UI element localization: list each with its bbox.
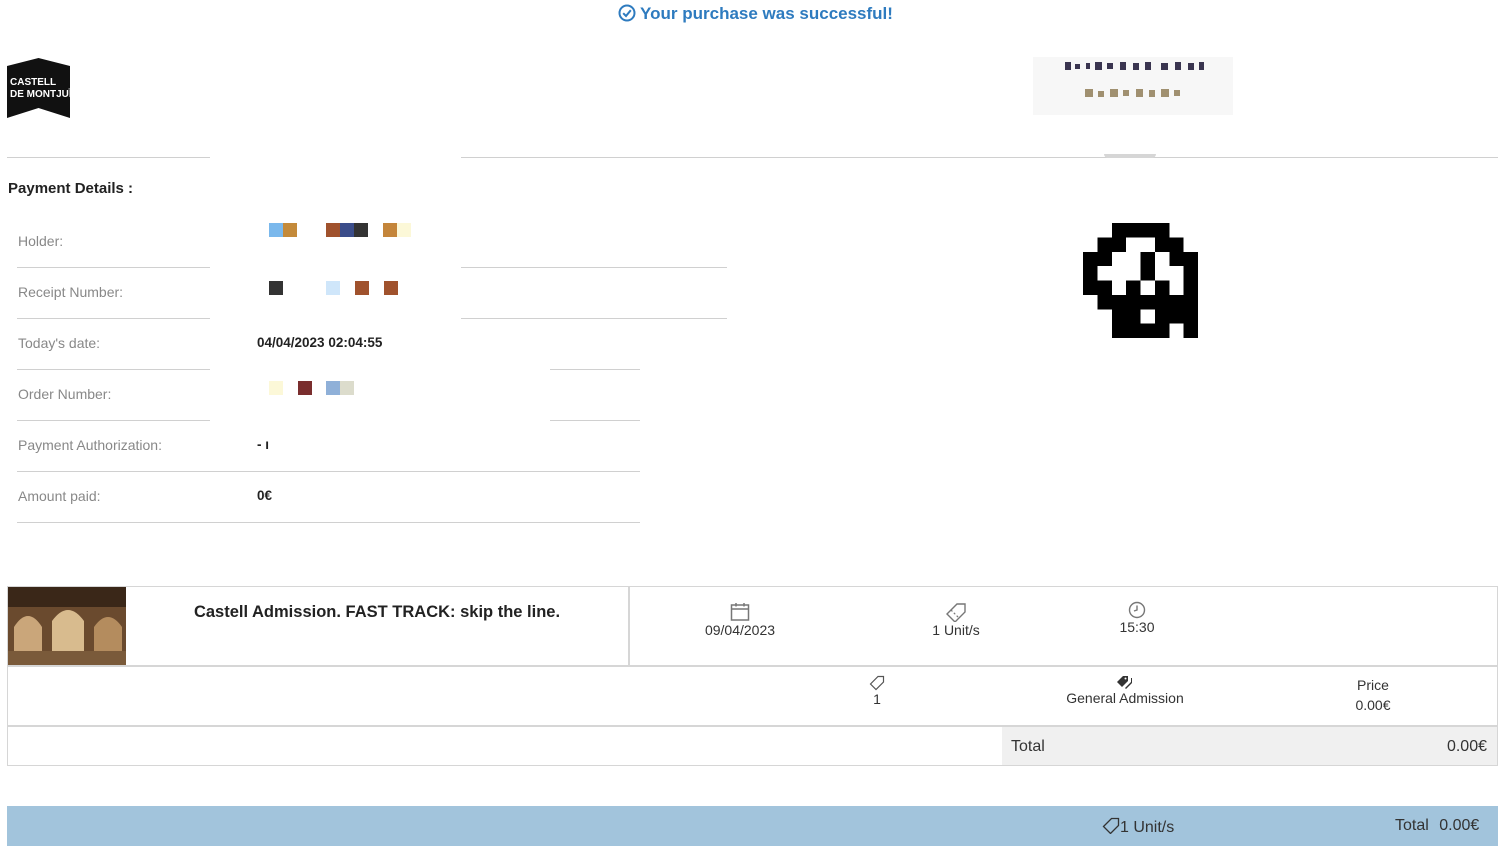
ticket-type: General Admission: [1025, 675, 1225, 706]
summary-total: Total 0.00€: [1395, 817, 1479, 835]
ticket-icon: [1102, 817, 1120, 835]
ticket-qty: 1: [827, 675, 927, 707]
calendar-icon: [730, 603, 750, 621]
amount-paid-value: 0€: [257, 488, 273, 503]
summary-bar: 1 Unit/s Total 0.00€: [7, 806, 1498, 846]
row-divider: [17, 522, 640, 523]
payment-authorization-label: Payment Authorization:: [18, 437, 162, 453]
todays-date-label: Today's date:: [18, 335, 101, 351]
logo-line1: CASTELL: [10, 77, 56, 88]
row-divider: [17, 420, 210, 421]
product-title: Castell Admission. FAST TRACK: skip the …: [193, 603, 561, 621]
order-number-label: Order Number:: [18, 386, 112, 402]
visit-date-value: 09/04/2023: [704, 622, 776, 638]
summary-units: 1 Unit/s: [1102, 817, 1174, 837]
summary-total-value: 0.00€: [1439, 817, 1480, 834]
price-value: 0.00€: [1355, 697, 1391, 713]
total-label: Total: [1011, 738, 1045, 755]
product-info-card: Castell Admission. FAST TRACK: skip the …: [7, 586, 629, 666]
ticket-type-value: General Admission: [1066, 690, 1184, 706]
clock-icon: [1128, 601, 1146, 619]
holder-label: Holder:: [18, 233, 64, 249]
ticket-row: 1 General Admission Price 0.00€: [7, 666, 1498, 726]
summary-units-value: 1 Unit/s: [1120, 819, 1175, 836]
header-divider-tab: [1104, 154, 1156, 158]
total-cell: Total 0.00€: [1002, 727, 1497, 765]
tags-icon: [1117, 676, 1132, 689]
success-message: Your purchase was successful!: [640, 4, 893, 23]
visit-date: 09/04/2023: [690, 602, 790, 638]
row-divider: [461, 318, 727, 319]
visit-time-value: 15:30: [1119, 619, 1155, 635]
row-divider: [17, 471, 640, 472]
payment-authorization-value: - ı: [257, 437, 269, 452]
product-thumbnail[interactable]: [8, 587, 126, 665]
check-circle-icon: [618, 4, 636, 22]
price-label: Price: [1357, 677, 1389, 693]
todays-date-value: 04/04/2023 02:04:55: [257, 335, 383, 350]
row-divider: [17, 318, 210, 319]
ticket-icon: [946, 603, 966, 622]
amount-paid-label: Amount paid:: [18, 488, 101, 504]
logo-line2: DE MONTJUÏC: [10, 87, 70, 100]
row-divider: [17, 369, 210, 370]
ticket-price: Price 0.00€: [1323, 677, 1423, 713]
redacted-header-text: [1033, 57, 1233, 115]
castell-logo[interactable]: CASTELL DE MONTJUÏC: [7, 58, 79, 118]
visit-units: 1 Unit/s: [906, 602, 1006, 638]
total-value: 0.00€: [1446, 738, 1487, 755]
qr-code: [1083, 223, 1198, 338]
visit-time: 15:30: [1087, 601, 1187, 635]
visit-units-value: 1 Unit/s: [932, 622, 980, 638]
row-divider: [461, 267, 727, 268]
header-divider-left: [7, 157, 210, 158]
row-divider: [550, 420, 640, 421]
purchase-success-banner: Your purchase was successful!: [0, 4, 1511, 24]
payment-details-title: Payment Details :: [8, 180, 134, 197]
product-meta-card: 09/04/2023 1 Unit/s 15:30: [628, 586, 1498, 666]
ticket-icon: [869, 675, 885, 691]
row-divider: [17, 267, 210, 268]
row-divider: [550, 369, 640, 370]
summary-total-label: Total: [1395, 817, 1429, 834]
total-row: Total 0.00€: [7, 726, 1498, 766]
receipt-number-label: Receipt Number:: [18, 284, 124, 300]
header-divider-right: [461, 157, 1498, 158]
ticket-qty-value: 1: [873, 691, 881, 707]
